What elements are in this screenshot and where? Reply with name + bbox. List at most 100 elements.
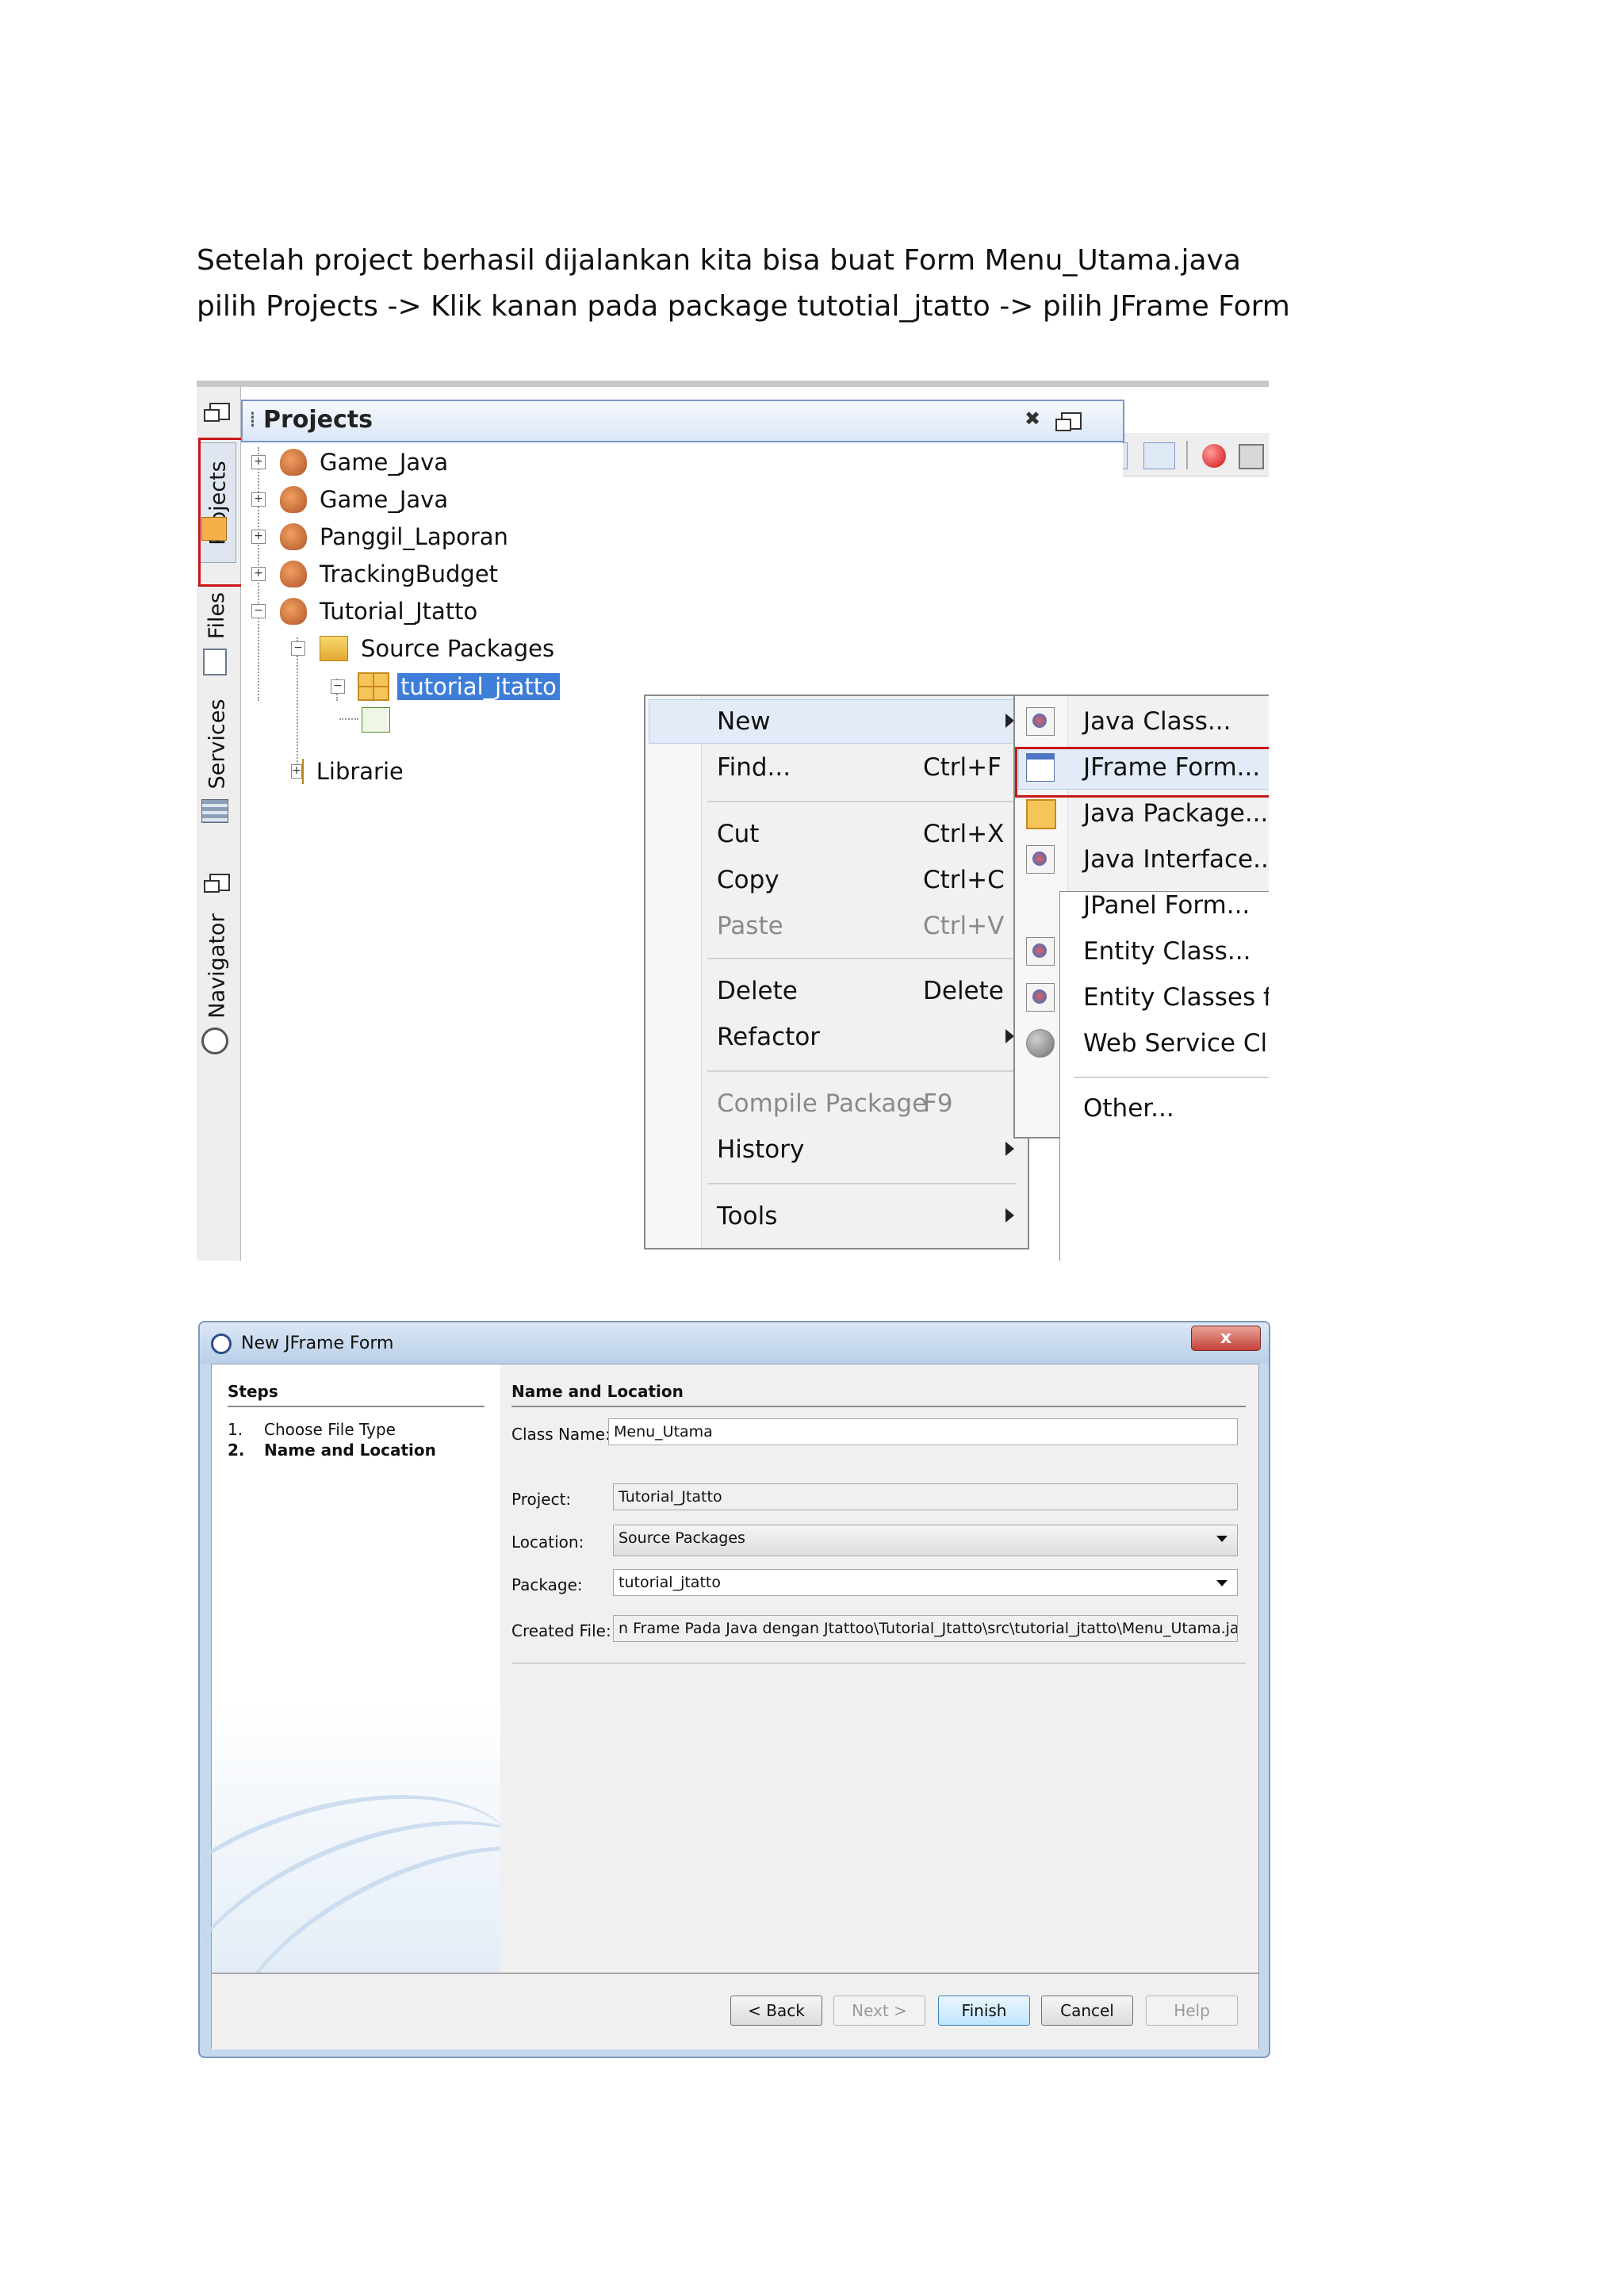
tab-services-label: Services <box>205 698 230 789</box>
next-button[interactable]: Next > <box>833 1996 925 2026</box>
tab-navigator-label: Navigator <box>205 913 230 1019</box>
dialog-client: Steps 1. Choose File Type 2. Name and Lo… <box>200 1364 1259 2057</box>
tree-item-source-packages[interactable]: − Source Packages <box>291 635 554 662</box>
tree-guide <box>339 718 358 720</box>
created-file-field: n Frame Pada Java dengan Jtattoo\Tutoria… <box>613 1615 1238 1642</box>
steps-divider <box>228 1406 485 1407</box>
help-button[interactable]: Help <box>1146 1996 1238 2026</box>
menu-item-refactor[interactable]: Refactor <box>717 1023 820 1051</box>
restore-navigator-icon[interactable] <box>204 874 230 893</box>
menu-icon-strip <box>645 696 702 1248</box>
collapse-toggle[interactable]: − <box>291 641 305 656</box>
step-choose-file-type: Choose File Type <box>264 1420 396 1439</box>
menu-item-new[interactable]: New <box>717 707 771 736</box>
tree-item-game-java-2[interactable]: + Game_Java <box>251 486 448 513</box>
java-package-icon <box>1026 799 1056 829</box>
class-name-input[interactable]: Menu_Utama <box>608 1418 1238 1445</box>
netbeans-screenshot: Projects Files Services Navigator ⁞ Proj… <box>197 381 1269 1261</box>
tab-services[interactable]: Services <box>200 696 235 791</box>
libraries-icon <box>301 759 304 784</box>
tab-files[interactable]: Files <box>200 584 235 647</box>
drag-handle[interactable]: ⁞ <box>249 406 256 432</box>
location-label: Location: <box>511 1533 584 1552</box>
java-class-icon <box>1026 707 1055 736</box>
form-divider <box>511 1663 1246 1664</box>
java-project-icon <box>280 523 307 550</box>
back-button[interactable]: < Back <box>730 1996 822 2026</box>
menu-item-history[interactable]: History <box>717 1135 804 1164</box>
package-combo[interactable]: tutorial_jtatto <box>613 1569 1238 1596</box>
submenu-item-entity-classes-db[interactable]: Entity Classes from Database... <box>1083 983 1269 1012</box>
entity-class-icon <box>1026 937 1055 966</box>
menu-item-copy[interactable]: Copy <box>717 866 779 894</box>
toolbar-separator <box>1186 441 1188 469</box>
stop-macro-icon[interactable] <box>1239 444 1264 469</box>
expand-toggle[interactable]: + <box>251 455 266 469</box>
collapse-toggle[interactable]: − <box>251 604 266 618</box>
tab-navigator[interactable]: Navigator <box>200 910 235 1021</box>
tree-item-label-selected: tutorial_jtatto <box>397 673 560 700</box>
submenu-item-java-class[interactable]: Java Class... <box>1083 707 1231 736</box>
project-label: Project: <box>511 1490 572 1509</box>
expand-toggle[interactable]: + <box>251 530 266 544</box>
menu-item-paste[interactable]: Paste <box>717 912 783 940</box>
shortcut-cut: Ctrl+X <box>923 820 1005 848</box>
tree-item-label: Libraries <box>316 758 402 785</box>
submenu-item-web-service-client[interactable]: Web Service Client... <box>1083 1029 1269 1058</box>
record-macro-icon[interactable] <box>1202 444 1226 468</box>
tree-item-tutorial-jtatto[interactable]: − Tutorial_Jtatto <box>251 598 477 625</box>
restore-window-icon[interactable] <box>204 403 230 422</box>
menu-item-cut[interactable]: Cut <box>717 820 759 848</box>
tree-item-label: Source Packages <box>361 635 555 662</box>
files-icon <box>203 649 227 675</box>
menu-separator <box>707 1183 1017 1184</box>
java-project-icon <box>280 449 307 476</box>
cancel-button[interactable]: Cancel <box>1041 1996 1133 2026</box>
expand-toggle[interactable]: + <box>251 492 266 507</box>
menu-item-tools[interactable]: Tools <box>717 1202 777 1230</box>
class-name-label: Class Name: <box>511 1425 611 1444</box>
package-icon <box>358 672 389 701</box>
maximize-panel-icon[interactable] <box>1055 412 1082 431</box>
window-top-border <box>197 381 1269 387</box>
tree-item-libraries[interactable]: + Libraries <box>291 758 402 785</box>
source-folder-icon <box>320 636 348 661</box>
shortcut-copy: Ctrl+C <box>923 866 1005 894</box>
menu-item-compile-package[interactable]: Compile Package <box>717 1089 927 1118</box>
submenu-item-java-interface[interactable]: Java Interface... <box>1083 845 1269 874</box>
expand-toggle[interactable]: + <box>251 567 266 581</box>
location-dropdown[interactable]: Source Packages <box>613 1525 1238 1556</box>
shift-right-icon[interactable] <box>1143 442 1175 469</box>
finish-button[interactable]: Finish <box>938 1996 1030 2026</box>
shortcut-find: Ctrl+F <box>923 753 1002 782</box>
submenu-item-other[interactable]: Other... <box>1083 1094 1174 1123</box>
step-number: 2. <box>228 1441 245 1460</box>
submenu-item-java-package[interactable]: Java Package... <box>1083 799 1268 828</box>
submenu-item-jpanel-form[interactable]: JPanel Form... <box>1083 891 1250 920</box>
tree-item-game-java[interactable]: + Game_Java <box>251 449 448 476</box>
tree-item-label: Tutorial_Jtatto <box>320 598 478 625</box>
menu-item-delete[interactable]: Delete <box>717 977 798 1005</box>
web-service-client-icon <box>1026 1029 1055 1058</box>
expand-toggle[interactable]: + <box>291 764 302 779</box>
projects-panel-header: ⁞ Projects ✖ <box>241 400 1124 442</box>
tree-item-panggil-laporan[interactable]: + Panggil_Laporan <box>251 523 508 550</box>
tree-item-label: Game_Java <box>320 486 449 513</box>
tree-item-package-tutorial-jtatto[interactable]: − tutorial_jtatto <box>331 672 560 701</box>
collapse-toggle[interactable]: − <box>331 679 345 694</box>
menu-item-find[interactable]: Find... <box>717 753 791 782</box>
step-number: 1. <box>228 1420 243 1439</box>
dialog-titlebar: New JFrame Form x <box>200 1322 1269 1364</box>
intro-line-2: pilih Projects -> Klik kanan pada packag… <box>197 290 1290 323</box>
close-panel-icon[interactable]: ✖ <box>1025 408 1040 430</box>
shortcut-delete: Delete <box>923 977 1004 1005</box>
java-interface-icon <box>1026 845 1055 874</box>
section-divider <box>511 1406 1246 1407</box>
java-project-icon <box>280 598 307 625</box>
jframe-form-highlight <box>1015 747 1269 798</box>
menu-separator <box>707 958 1017 959</box>
navigator-compass-icon <box>201 1027 228 1054</box>
tree-item-trackingbudget[interactable]: + TrackingBudget <box>251 561 498 587</box>
submenu-item-entity-class[interactable]: Entity Class... <box>1083 937 1251 966</box>
close-button[interactable]: x <box>1191 1326 1261 1351</box>
